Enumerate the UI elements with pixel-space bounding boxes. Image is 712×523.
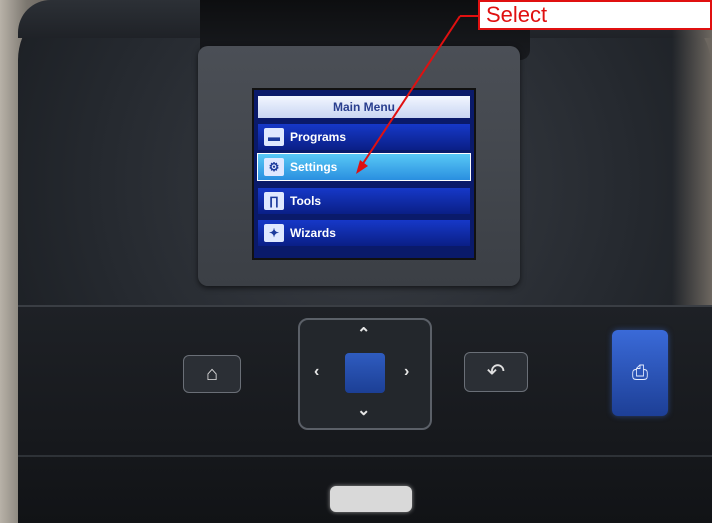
menu-item-wizards[interactable]: ✦ Wizards <box>258 220 470 246</box>
back-button[interactable]: ↶ <box>464 352 528 392</box>
feed-button[interactable]: ⎙ <box>612 330 668 416</box>
feed-icon: ⎙ <box>632 361 648 384</box>
folder-icon: ▬ <box>264 128 284 146</box>
tools-icon: ∏ <box>264 192 284 210</box>
right-arrow-icon[interactable]: › <box>404 363 409 381</box>
menu-item-label: Programs <box>290 130 347 144</box>
down-arrow-icon[interactable]: ⌄ <box>357 400 370 420</box>
home-icon: ⌂ <box>205 362 219 385</box>
navigation-pad: ⌃ ⌄ ‹ › <box>298 318 432 430</box>
select-callout: Select <box>478 0 712 30</box>
menu-item-label: Tools <box>290 194 322 208</box>
lcd-screen: Main Menu ▬ Programs ⚙ Settings ∏ Tools … <box>252 88 476 260</box>
printer-photo: Main Menu ▬ Programs ⚙ Settings ∏ Tools … <box>0 0 712 523</box>
left-arrow-icon[interactable]: ‹ <box>314 363 319 381</box>
menu-item-label: Wizards <box>290 226 336 240</box>
menu-item-tools[interactable]: ∏ Tools <box>258 188 470 214</box>
panel-divider <box>18 305 712 307</box>
home-button[interactable]: ⌂ <box>183 355 241 393</box>
screen-title: Main Menu <box>258 96 470 118</box>
callout-label: Select <box>486 2 548 27</box>
up-arrow-icon[interactable]: ⌃ <box>357 324 370 344</box>
menu-item-programs[interactable]: ▬ Programs <box>258 124 470 150</box>
wizard-icon: ✦ <box>264 224 284 242</box>
gears-icon: ⚙ <box>264 158 284 176</box>
select-button[interactable] <box>345 353 385 393</box>
menu-item-settings[interactable]: ⚙ Settings <box>257 153 471 181</box>
back-icon: ↶ <box>486 359 506 384</box>
menu-item-label: Settings <box>290 160 338 174</box>
panel-divider <box>18 455 712 457</box>
paper-exit <box>330 486 412 512</box>
